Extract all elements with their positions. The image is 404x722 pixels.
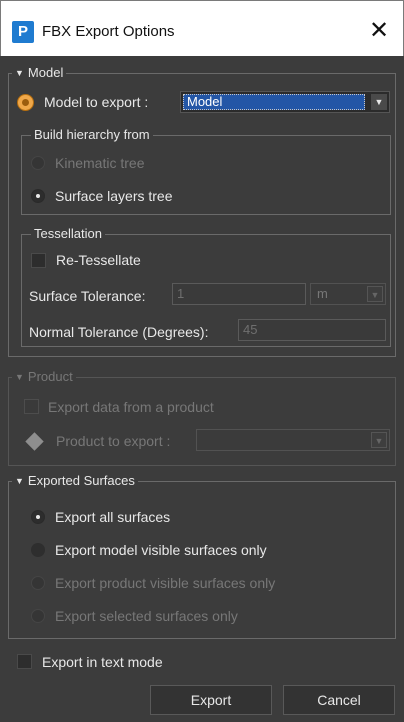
kinematic-tree-label: Kinematic tree (55, 155, 145, 171)
export-from-product-label: Export data from a product (48, 399, 214, 415)
exported-surfaces-legend[interactable]: ▼ Exported Surfaces (12, 473, 138, 490)
retessellate-checkbox[interactable] (31, 253, 46, 268)
chevron-down-icon[interactable]: ▼ (371, 432, 387, 448)
model-to-export-radio[interactable] (17, 94, 34, 111)
model-to-export-label: Model to export : (44, 94, 149, 110)
kinematic-tree-radio[interactable] (31, 156, 45, 170)
retessellate-label: Re-Tessellate (56, 252, 141, 268)
export-all-surfaces-radio[interactable] (31, 510, 45, 524)
title-bar: P FBX Export Options ✕ (0, 0, 404, 56)
export-text-mode-label: Export in text mode (42, 654, 163, 670)
chevron-down-icon[interactable]: ▼ (367, 286, 383, 302)
surface-layers-tree-label: Surface layers tree (55, 188, 173, 204)
collapse-icon[interactable]: ▼ (15, 476, 24, 486)
product-legend: ▼ Product (12, 369, 76, 386)
product-to-export-select[interactable]: ▼ (196, 429, 390, 451)
model-to-export-value: Model (183, 94, 365, 110)
app-logo-icon: P (12, 21, 34, 43)
model-legend[interactable]: ▼ Model (12, 65, 67, 82)
surface-tolerance-unit-value: m (317, 286, 328, 301)
product-legend-label: Product (27, 369, 73, 384)
chevron-down-icon[interactable]: ▼ (371, 94, 387, 110)
surface-layers-tree-radio[interactable] (31, 189, 45, 203)
close-icon[interactable]: ✕ (365, 17, 393, 45)
model-legend-label: Model (27, 65, 64, 80)
surface-tolerance-input[interactable]: 1 (172, 283, 306, 305)
surface-tolerance-unit-select[interactable]: m ▼ (310, 283, 386, 305)
product-to-export-label: Product to export : (56, 433, 171, 449)
model-to-export-select[interactable]: Model ▼ (180, 91, 390, 113)
export-model-visible-label: Export model visible surfaces only (55, 542, 267, 558)
window-title: FBX Export Options (42, 23, 175, 40)
export-selected-radio[interactable] (31, 609, 45, 623)
surface-tolerance-label: Surface Tolerance: (29, 288, 146, 304)
export-button[interactable]: Export (150, 685, 272, 715)
export-text-mode-checkbox[interactable] (17, 654, 32, 669)
build-hierarchy-legend: Build hierarchy from (31, 127, 153, 143)
export-selected-label: Export selected surfaces only (55, 608, 238, 624)
product-group (8, 377, 396, 466)
cancel-button[interactable]: Cancel (283, 685, 395, 715)
export-model-visible-radio[interactable] (31, 543, 45, 557)
export-all-surfaces-label: Export all surfaces (55, 509, 171, 525)
normal-tolerance-label: Normal Tolerance (Degrees): (29, 324, 209, 340)
collapse-icon[interactable]: ▼ (15, 68, 24, 78)
collapse-icon: ▼ (15, 372, 24, 382)
export-from-product-checkbox[interactable] (24, 399, 39, 414)
normal-tolerance-input[interactable]: 45 (238, 319, 386, 341)
tessellation-legend: Tessellation (31, 226, 105, 242)
export-product-visible-label: Export product visible surfaces only (55, 575, 276, 591)
exported-surfaces-legend-label: Exported Surfaces (27, 473, 135, 488)
export-product-visible-radio[interactable] (31, 576, 45, 590)
